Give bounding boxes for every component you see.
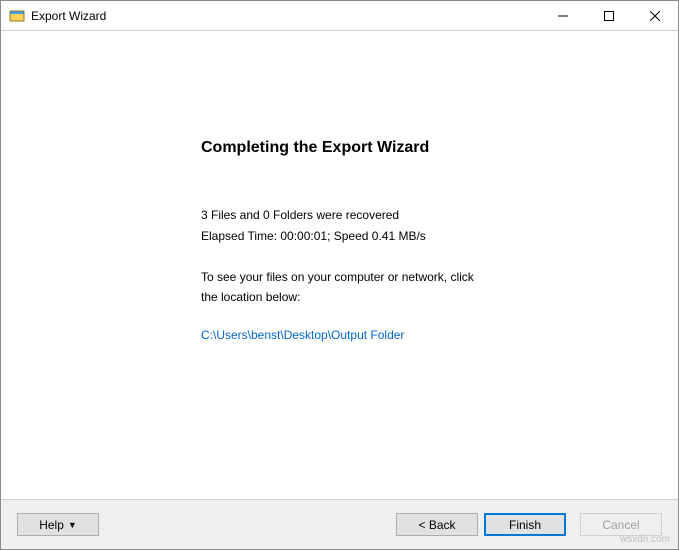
wizard-heading: Completing the Export Wizard — [201, 139, 638, 157]
content-area: Completing the Export Wizard 3 Files and… — [1, 31, 678, 499]
output-folder-link[interactable]: C:\Users\benst\Desktop\Output Folder — [201, 328, 404, 342]
back-button[interactable]: < Back — [396, 513, 478, 536]
location-hint-line2: the location below: — [201, 289, 638, 306]
minimize-icon — [558, 11, 568, 21]
cancel-button: Cancel — [580, 513, 662, 536]
maximize-icon — [604, 11, 614, 21]
caret-down-icon: ▼ — [68, 520, 77, 530]
maximize-button[interactable] — [586, 1, 632, 30]
elapsed-time: Elapsed Time: 00:00:01; Speed 0.41 MB/s — [201, 228, 638, 245]
export-wizard-window: Export Wizard Completing the Export Wiza… — [0, 0, 679, 550]
help-button[interactable]: Help ▼ — [17, 513, 99, 536]
titlebar: Export Wizard — [1, 1, 678, 31]
finish-button[interactable]: Finish — [484, 513, 566, 536]
window-title: Export Wizard — [31, 9, 540, 23]
location-hint: To see your files on your computer or ne… — [201, 269, 638, 307]
app-icon — [9, 8, 25, 24]
bottom-bar: Help ▼ < Back Finish Cancel — [1, 499, 678, 549]
left-panel — [1, 31, 201, 499]
window-controls — [540, 1, 678, 30]
close-button[interactable] — [632, 1, 678, 30]
minimize-button[interactable] — [540, 1, 586, 30]
recovery-summary: 3 Files and 0 Folders were recovered — [201, 207, 638, 224]
main-panel: Completing the Export Wizard 3 Files and… — [201, 31, 678, 499]
close-icon — [650, 11, 660, 21]
location-hint-line1: To see your files on your computer or ne… — [201, 269, 638, 286]
help-button-label: Help — [39, 518, 64, 532]
